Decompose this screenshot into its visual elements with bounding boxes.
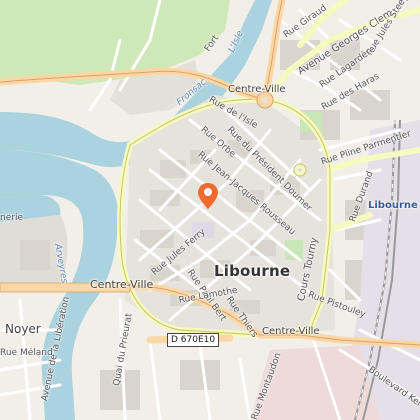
station-label: Libourne [368, 200, 418, 211]
place-label-noyer: Noyer [5, 322, 41, 336]
place-label-centre-ville-north: Centre-Ville [228, 84, 286, 95]
road-shield-d670e10: D 670E10 [167, 333, 220, 347]
city-label: Libourne [214, 262, 291, 280]
place-label-centre-ville-south: Centre-Ville [262, 326, 320, 337]
street-label: Rue Méland [0, 348, 53, 358]
place-label-nerie: nerie [0, 213, 23, 223]
map-canvas[interactable]: Libourne Centre-Ville Centre-Ville Centr… [0, 0, 420, 420]
location-pin-icon[interactable] [198, 183, 218, 209]
place-label-centre-ville-west: Centre-Ville [90, 278, 154, 291]
